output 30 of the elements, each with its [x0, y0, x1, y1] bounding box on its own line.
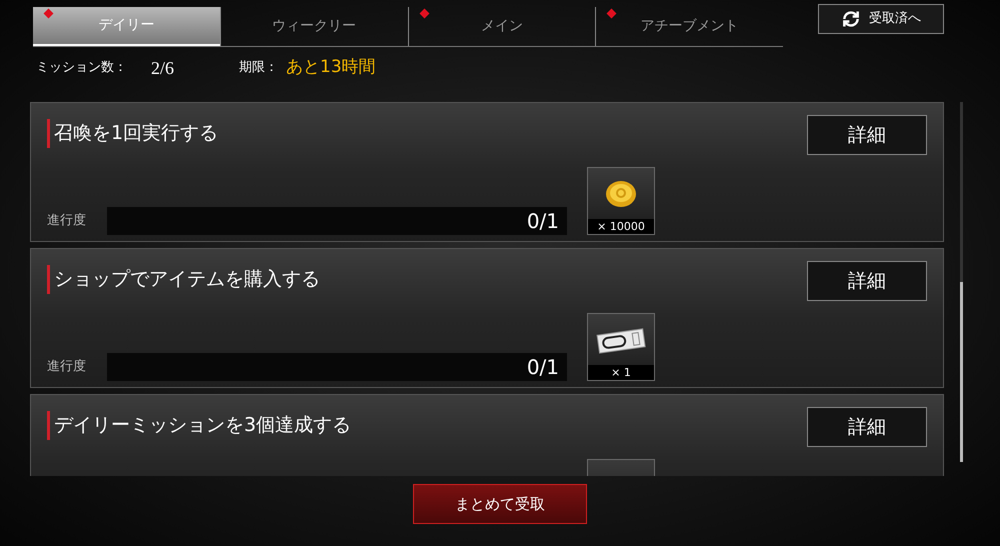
- reward-item[interactable]: × 10000: [587, 167, 655, 235]
- progress-count: 0/1: [526, 208, 559, 235]
- tab[interactable]: メイン: [408, 7, 596, 46]
- tab[interactable]: アチーブメント: [595, 7, 783, 46]
- ticket-icon: [595, 326, 647, 354]
- tab[interactable]: ウィークリー: [220, 7, 408, 46]
- detail-button[interactable]: 詳細: [807, 115, 927, 155]
- mission-count: 2/6: [151, 56, 176, 80]
- reward-quantity: × 10000: [588, 219, 654, 234]
- mission-title: ショップでアイテムを購入する: [47, 265, 320, 294]
- new-badge-icon: [419, 8, 429, 18]
- coin-icon: [604, 178, 638, 208]
- new-badge-icon: [606, 8, 617, 18]
- reward-item[interactable]: × 1: [587, 313, 655, 381]
- claim-all-button[interactable]: まとめて受取: [413, 484, 587, 524]
- reward-quantity: × 1: [588, 365, 654, 380]
- progress-count: 0/1: [526, 354, 559, 381]
- progress-label: 進行度: [47, 358, 87, 376]
- mission-title: デイリーミッションを3個達成する: [47, 411, 352, 440]
- detail-button[interactable]: 詳細: [807, 407, 927, 447]
- new-badge-icon: [44, 8, 54, 18]
- progress-label: 進行度: [47, 212, 87, 230]
- deadline-label: 期限：: [239, 59, 278, 78]
- received-button[interactable]: 受取済へ: [818, 4, 944, 34]
- deadline-value: あと13時間: [286, 56, 376, 80]
- scroll-thumb[interactable]: [960, 282, 963, 462]
- mission-count-label: ミッション数：: [36, 59, 127, 78]
- mission-title: 召喚を1回実行する: [47, 119, 218, 148]
- detail-button[interactable]: 詳細: [807, 261, 927, 301]
- refresh-icon: [841, 9, 861, 29]
